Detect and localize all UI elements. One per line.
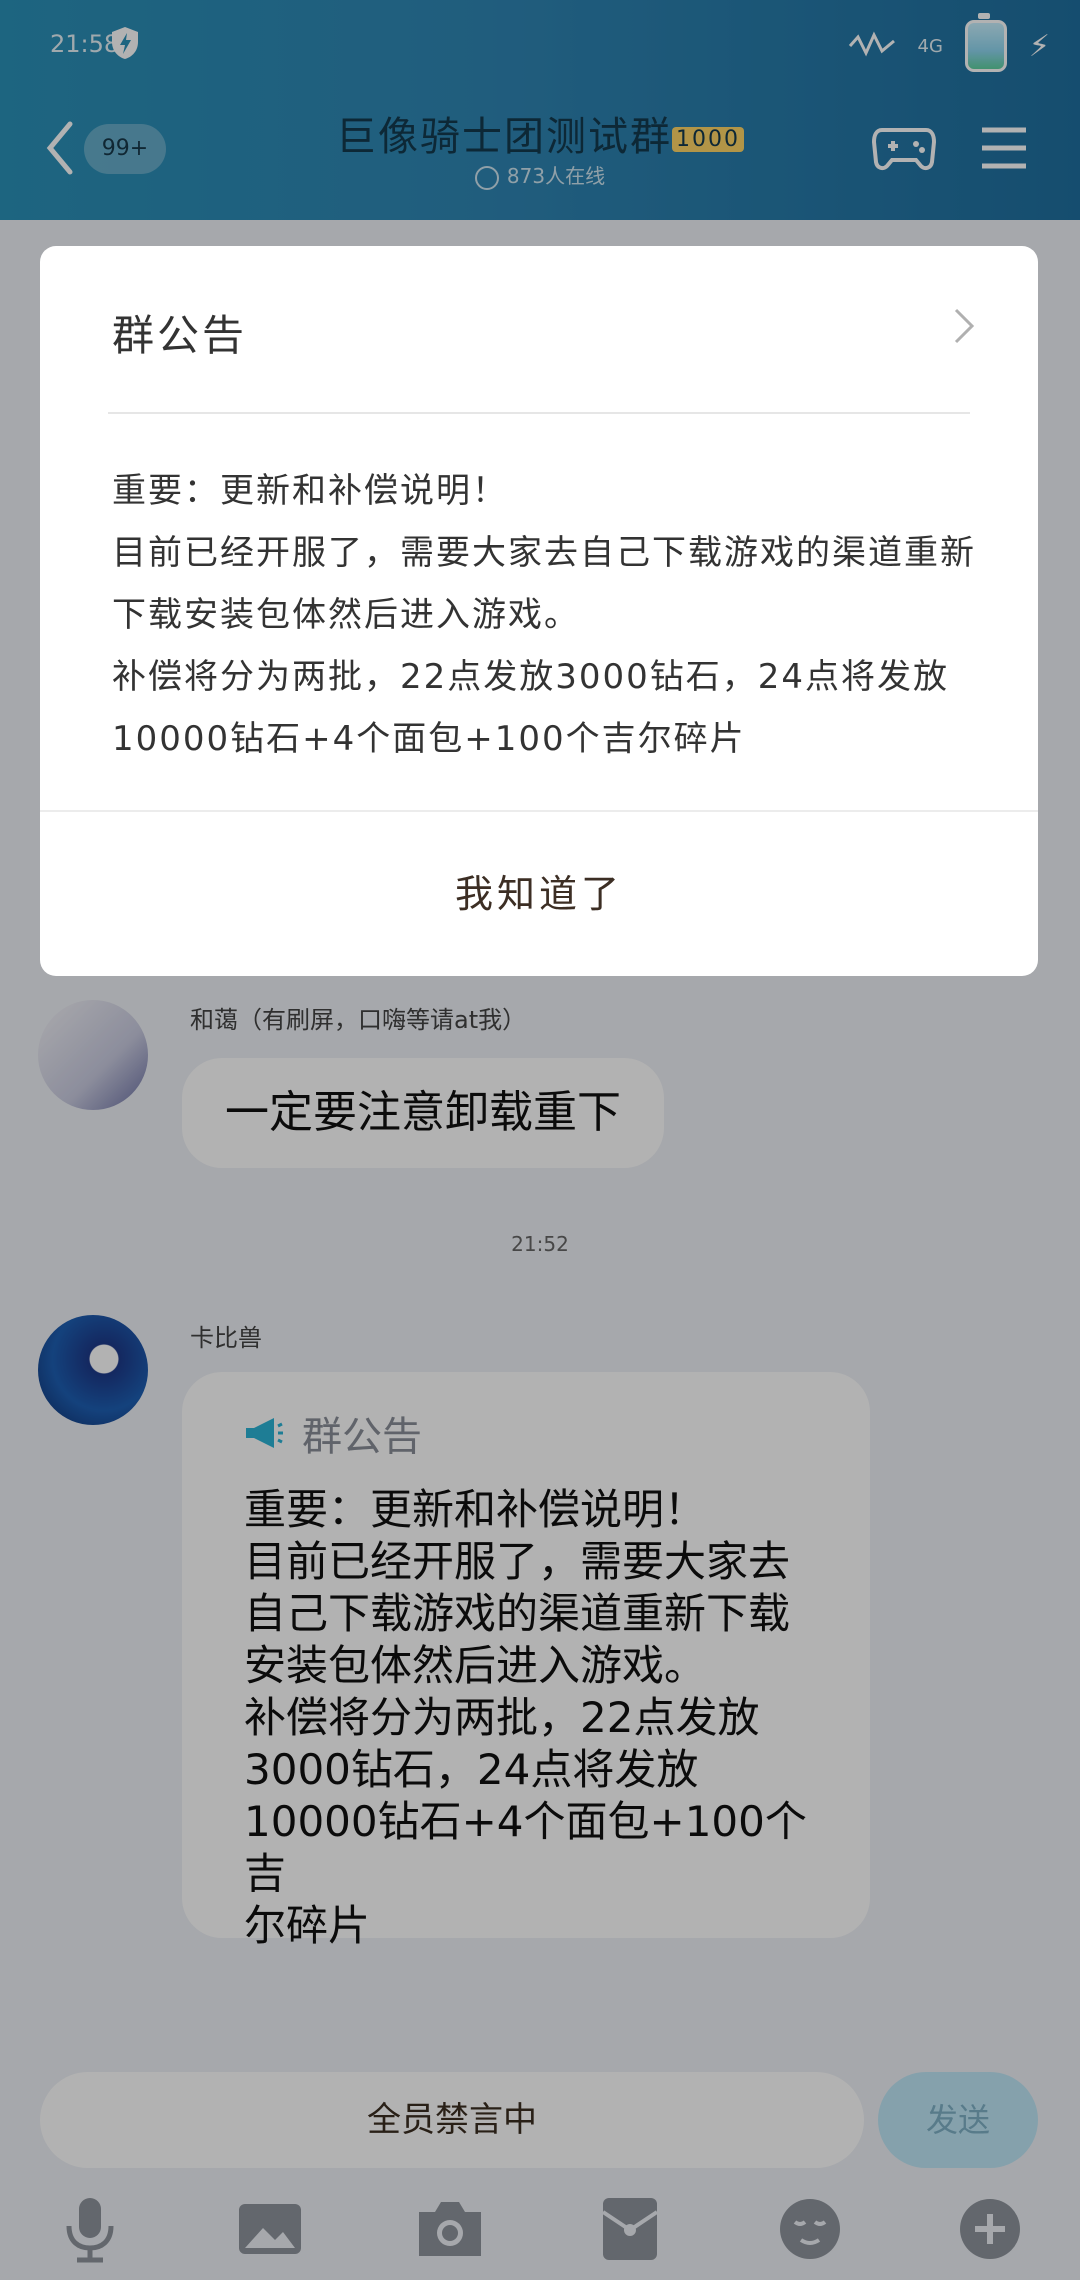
dialog-body: 重要：更新和补偿说明！ 目前已经开服了，需要大家去自己下载游戏的渠道重新下载安装…	[112, 471, 976, 759]
acknowledge-button[interactable]: 我知道了	[40, 812, 1038, 976]
chevron-right-icon[interactable]	[952, 306, 976, 346]
divider	[108, 412, 970, 414]
dialog-title[interactable]: 群公告	[112, 302, 247, 363]
announcement-dialog: 群公告 重要：更新和补偿说明！ 目前已经开服了，需要大家去自己下载游戏的渠道重新…	[40, 246, 1038, 976]
